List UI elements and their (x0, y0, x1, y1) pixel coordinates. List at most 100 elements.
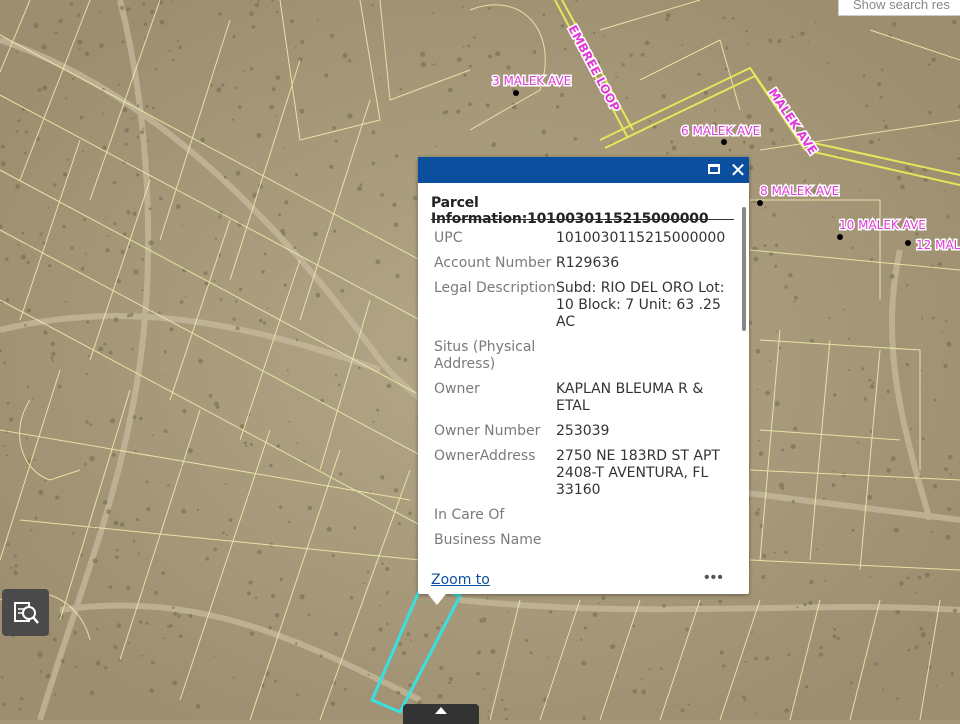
attribute-key: Owner (434, 381, 480, 397)
shrub (747, 43, 750, 46)
shrub (42, 85, 48, 91)
shrub (851, 528, 855, 532)
shrub (278, 213, 281, 217)
attribute-row: In Care Of (431, 507, 741, 524)
shrub (687, 703, 691, 706)
shrub (448, 681, 451, 685)
shrub (369, 490, 372, 493)
shrub (412, 196, 418, 201)
shrub (267, 307, 269, 310)
shrub (113, 222, 117, 226)
shrub (755, 348, 761, 354)
shrub (271, 87, 276, 92)
address-point[interactable] (513, 90, 519, 96)
shrub (47, 206, 50, 209)
shrub (862, 74, 866, 77)
shrub (132, 211, 137, 216)
popup-scrollbar[interactable] (742, 207, 746, 331)
shrub (164, 375, 167, 377)
shrub (213, 655, 215, 658)
shrub (200, 137, 205, 143)
shrub (26, 385, 30, 388)
address-label-10: 10 MALEK AVE (839, 218, 926, 232)
shrub (420, 51, 426, 57)
shrub (149, 688, 154, 693)
shrub (52, 637, 57, 642)
shrub (728, 148, 732, 152)
shrub (123, 232, 127, 236)
maximize-icon[interactable] (708, 164, 720, 174)
zoom-to-link[interactable]: Zoom to (431, 572, 490, 588)
shrub (89, 690, 95, 696)
shrub (879, 96, 883, 100)
shrub (625, 96, 628, 100)
shrub (159, 196, 163, 201)
shrub (680, 708, 685, 712)
shrub (581, 660, 587, 666)
shrub (269, 463, 273, 468)
shrub (784, 285, 788, 289)
shrub (833, 470, 835, 473)
shrub (108, 350, 113, 355)
close-icon[interactable]: ✕ (728, 159, 748, 181)
shrub (176, 40, 179, 43)
shrub (257, 0, 260, 3)
shrub (117, 83, 120, 86)
shrub (31, 397, 34, 400)
address-point[interactable] (721, 139, 727, 145)
address-point[interactable] (905, 240, 911, 246)
shrub (353, 526, 357, 530)
shrub (6, 542, 10, 547)
shrub (169, 327, 174, 332)
shrub (343, 687, 347, 691)
shrub (113, 317, 119, 323)
search-results-box[interactable]: Show search res (838, 0, 960, 16)
shrub (282, 147, 285, 149)
shrub (178, 45, 183, 50)
shrub (163, 429, 168, 433)
shrub (832, 634, 837, 639)
shrub (757, 508, 760, 511)
shrub (171, 606, 175, 610)
shrub (222, 531, 225, 535)
expand-panel-button[interactable] (403, 704, 479, 724)
shrub (814, 21, 817, 24)
shrub (771, 141, 776, 145)
shrub (490, 649, 496, 654)
shrub (921, 317, 924, 320)
shrub (719, 650, 724, 655)
shrub (333, 631, 339, 636)
shrub (226, 534, 229, 536)
shrub (20, 254, 26, 260)
shrub (754, 511, 760, 516)
shrub (826, 62, 830, 65)
shrub (3, 361, 6, 365)
shrub (73, 630, 78, 635)
address-point[interactable] (757, 200, 763, 206)
shrub (381, 562, 384, 565)
shrub (130, 117, 132, 120)
shrub (113, 645, 118, 650)
shrub (362, 582, 365, 585)
shrub (77, 39, 83, 45)
address-point[interactable] (837, 234, 843, 240)
shrub (398, 642, 403, 646)
shrub (69, 1, 74, 6)
shrub (89, 456, 95, 462)
shrub (64, 300, 67, 303)
shrub (548, 610, 553, 614)
shrub (140, 654, 143, 658)
shrub (141, 258, 145, 261)
shrub (340, 288, 345, 293)
shrub (123, 107, 128, 113)
shrub (84, 253, 87, 255)
attribute-value: 2750 NE 183RD ST APT 2408-T AVENTURA, FL… (556, 448, 720, 498)
attribute-key: OwnerAddress (434, 448, 536, 464)
shrub (357, 366, 361, 370)
shrub (435, 145, 438, 148)
identify-tool-button[interactable] (2, 589, 49, 636)
more-options-icon[interactable]: ••• (704, 569, 724, 587)
shrub (171, 0, 173, 3)
shrub (648, 120, 651, 123)
shrub (395, 273, 400, 279)
